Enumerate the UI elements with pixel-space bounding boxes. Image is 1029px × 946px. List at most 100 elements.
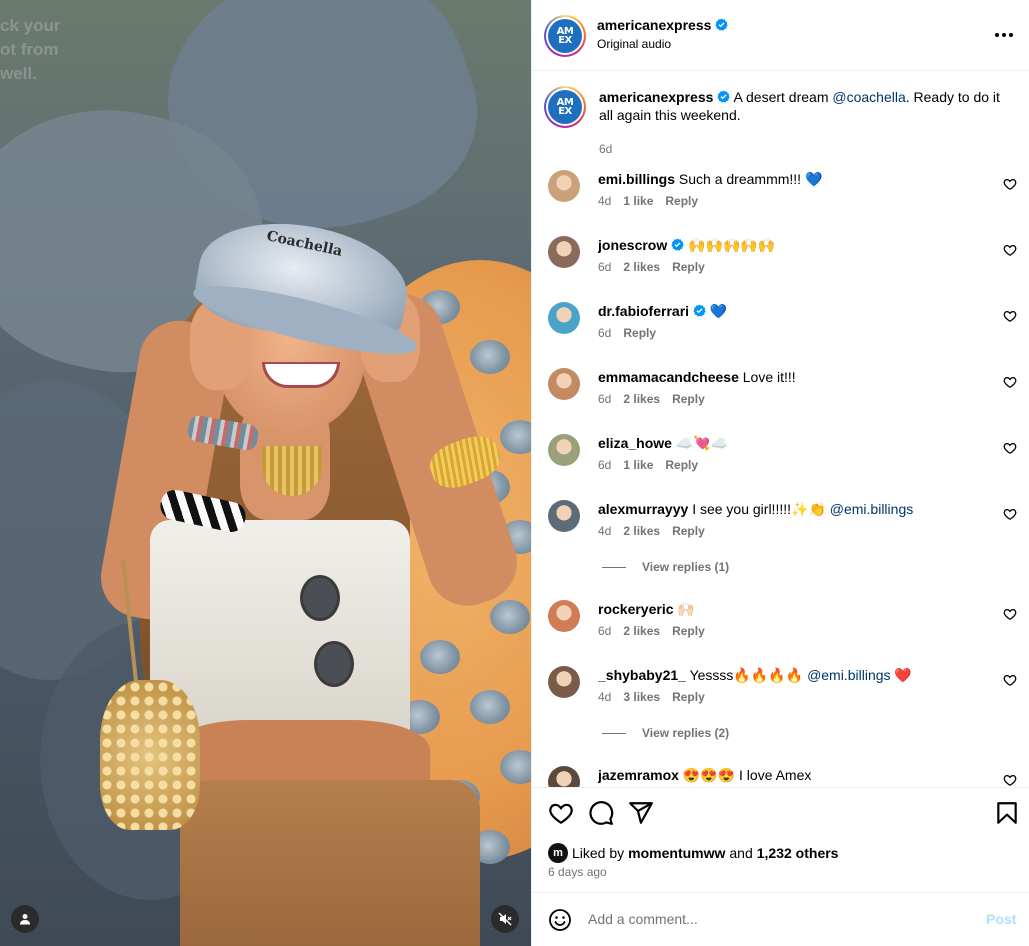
commenter-username[interactable]: dr.fabioferrari — [598, 303, 689, 319]
caption-mention-link[interactable]: @coachella — [832, 89, 905, 105]
woman-figure: Coachella — [0, 0, 531, 946]
comment-mention-link[interactable]: @emi.billings — [807, 667, 890, 683]
more-options-button[interactable] — [993, 24, 1015, 46]
commenter-avatar[interactable] — [548, 666, 580, 698]
comment-bubble-icon[interactable] — [588, 800, 614, 826]
post-comment-button[interactable]: Post — [986, 911, 1016, 927]
commenter-avatar[interactable] — [548, 434, 580, 466]
reply-button[interactable]: Reply — [672, 392, 705, 406]
liker-avatar[interactable]: m — [548, 843, 568, 863]
emoji-icon[interactable] — [548, 908, 572, 932]
reply-button[interactable]: Reply — [672, 524, 705, 538]
reply-button[interactable]: Reply — [665, 194, 698, 208]
comment-timestamp[interactable]: 4d — [598, 690, 611, 704]
comment-like-heart-icon[interactable] — [1003, 607, 1017, 621]
add-comment-bar: Post — [532, 892, 1029, 946]
commenter-avatar[interactable] — [548, 170, 580, 202]
comment-likes-count[interactable]: 1 like — [623, 194, 653, 208]
commenter-username[interactable]: eliza_howe — [598, 435, 672, 451]
view-replies-button[interactable]: View replies (2) — [602, 726, 729, 740]
commenter-avatar[interactable] — [548, 368, 580, 400]
liked-by-summary: m Liked by momentumww and 1,232 others — [548, 843, 838, 863]
caption-author-username[interactable]: americanexpress — [599, 89, 713, 105]
reply-button[interactable]: Reply — [672, 260, 705, 274]
comment-like-heart-icon[interactable] — [1003, 243, 1017, 257]
like-heart-icon[interactable] — [548, 800, 574, 826]
comment-like-heart-icon[interactable] — [1003, 773, 1017, 787]
comment-like-heart-icon[interactable] — [1003, 375, 1017, 389]
post-date[interactable]: 6 days ago — [548, 865, 607, 879]
view-replies-label: View replies (1) — [642, 560, 730, 574]
comment-text: Love it!!! — [742, 369, 796, 385]
comment-likes-count[interactable]: 2 likes — [623, 392, 660, 406]
commenter-username[interactable]: rockeryeric — [598, 601, 674, 617]
divider-line — [602, 732, 626, 734]
caption-text: americanexpress A desert dream @coachell… — [599, 88, 1009, 124]
reply-button[interactable]: Reply — [672, 690, 705, 704]
comment-timestamp[interactable]: 6d — [598, 260, 611, 274]
audio-link[interactable]: Original audio — [597, 37, 671, 51]
view-replies-button[interactable]: View replies (1) — [602, 560, 729, 574]
comment-meta: 6d 1 like Reply — [598, 458, 698, 472]
comment-likes-count[interactable]: 1 like — [623, 458, 653, 472]
comment-meta: 4d 2 likes Reply — [598, 524, 705, 538]
dot — [995, 33, 999, 37]
commenter-username[interactable]: emmamacandcheese — [598, 369, 739, 385]
post-side-panel: AM EX americanexpress Original audio AM — [531, 0, 1029, 946]
author-username[interactable]: americanexpress — [597, 17, 729, 33]
post-media-image[interactable]: ck your ot from well. Coachella — [0, 0, 531, 946]
comment-likes-count[interactable]: 2 likes — [623, 260, 660, 274]
commenter-avatar[interactable] — [548, 236, 580, 268]
comment-row: alexmurrayyy I see you girl!!!!!✨👏 @emi.… — [532, 500, 1029, 560]
comment-timestamp[interactable]: 6d — [598, 624, 611, 638]
commenter-username[interactable]: jonescrow — [598, 237, 667, 253]
comment-like-heart-icon[interactable] — [1003, 673, 1017, 687]
dot — [1009, 33, 1013, 37]
comment-likes-count[interactable]: 2 likes — [623, 624, 660, 638]
reply-button[interactable]: Reply — [623, 326, 656, 340]
comment-like-heart-icon[interactable] — [1003, 441, 1017, 455]
comment-timestamp[interactable]: 4d — [598, 194, 611, 208]
comment-likes-count[interactable]: 3 likes — [623, 690, 660, 704]
commenter-avatar[interactable] — [548, 600, 580, 632]
caption-timestamp[interactable]: 6d — [599, 142, 612, 156]
comments-list[interactable]: AM EX americanexpress A desert dream @co… — [532, 72, 1029, 787]
commenter-username[interactable]: _shybaby21_ — [598, 667, 686, 683]
comment-timestamp[interactable]: 4d — [598, 524, 611, 538]
comment-text: 🙌🏻 — [677, 601, 695, 617]
comment-meta: 6d 2 likes Reply — [598, 392, 705, 406]
reply-button[interactable]: Reply — [672, 624, 705, 638]
share-paper-plane-icon[interactable] — [628, 800, 654, 826]
comment-mention-link[interactable]: @emi.billings — [830, 501, 913, 517]
comment-like-heart-icon[interactable] — [1003, 177, 1017, 191]
comment-likes-count[interactable]: 2 likes — [623, 524, 660, 538]
comment-row: dr.fabioferrari 💙 6d Reply — [532, 302, 1029, 362]
save-bookmark-icon[interactable] — [994, 800, 1020, 826]
comment-like-heart-icon[interactable] — [1003, 309, 1017, 323]
author-avatar[interactable]: AM EX — [544, 15, 586, 57]
commenter-avatar[interactable] — [548, 766, 580, 787]
comment-timestamp[interactable]: 6d — [598, 392, 611, 406]
mute-button[interactable] — [491, 905, 519, 933]
liker-username[interactable]: momentumww — [628, 845, 725, 861]
comment-row: jonescrow 🙌🙌🙌🙌🙌 6d 2 likes Reply — [532, 236, 1029, 296]
view-replies-label: View replies (2) — [642, 726, 730, 740]
amex-logo: AM EX — [548, 19, 582, 53]
caption-author-avatar[interactable]: AM EX — [544, 86, 586, 128]
comment-body: jazemramox 😍😍😍 I love Amex — [598, 766, 978, 784]
commenter-avatar[interactable] — [548, 302, 580, 334]
commenter-username[interactable]: alexmurrayyy — [598, 501, 688, 517]
comment-like-heart-icon[interactable] — [1003, 507, 1017, 521]
likes-count-link[interactable]: 1,232 others — [757, 845, 839, 861]
tagged-users-button[interactable] — [11, 905, 39, 933]
reply-button[interactable]: Reply — [665, 458, 698, 472]
comment-text: Such a dreammm!!! 💙 — [678, 171, 823, 187]
comment-meta: 4d 3 likes Reply — [598, 690, 705, 704]
comment-input[interactable] — [588, 905, 968, 933]
commenter-avatar[interactable] — [548, 500, 580, 532]
commenter-username[interactable]: jazemramox — [598, 767, 679, 783]
comment-timestamp[interactable]: 6d — [598, 326, 611, 340]
commenter-username[interactable]: emi.billings — [598, 171, 675, 187]
comment-timestamp[interactable]: 6d — [598, 458, 611, 472]
lens — [300, 575, 340, 621]
